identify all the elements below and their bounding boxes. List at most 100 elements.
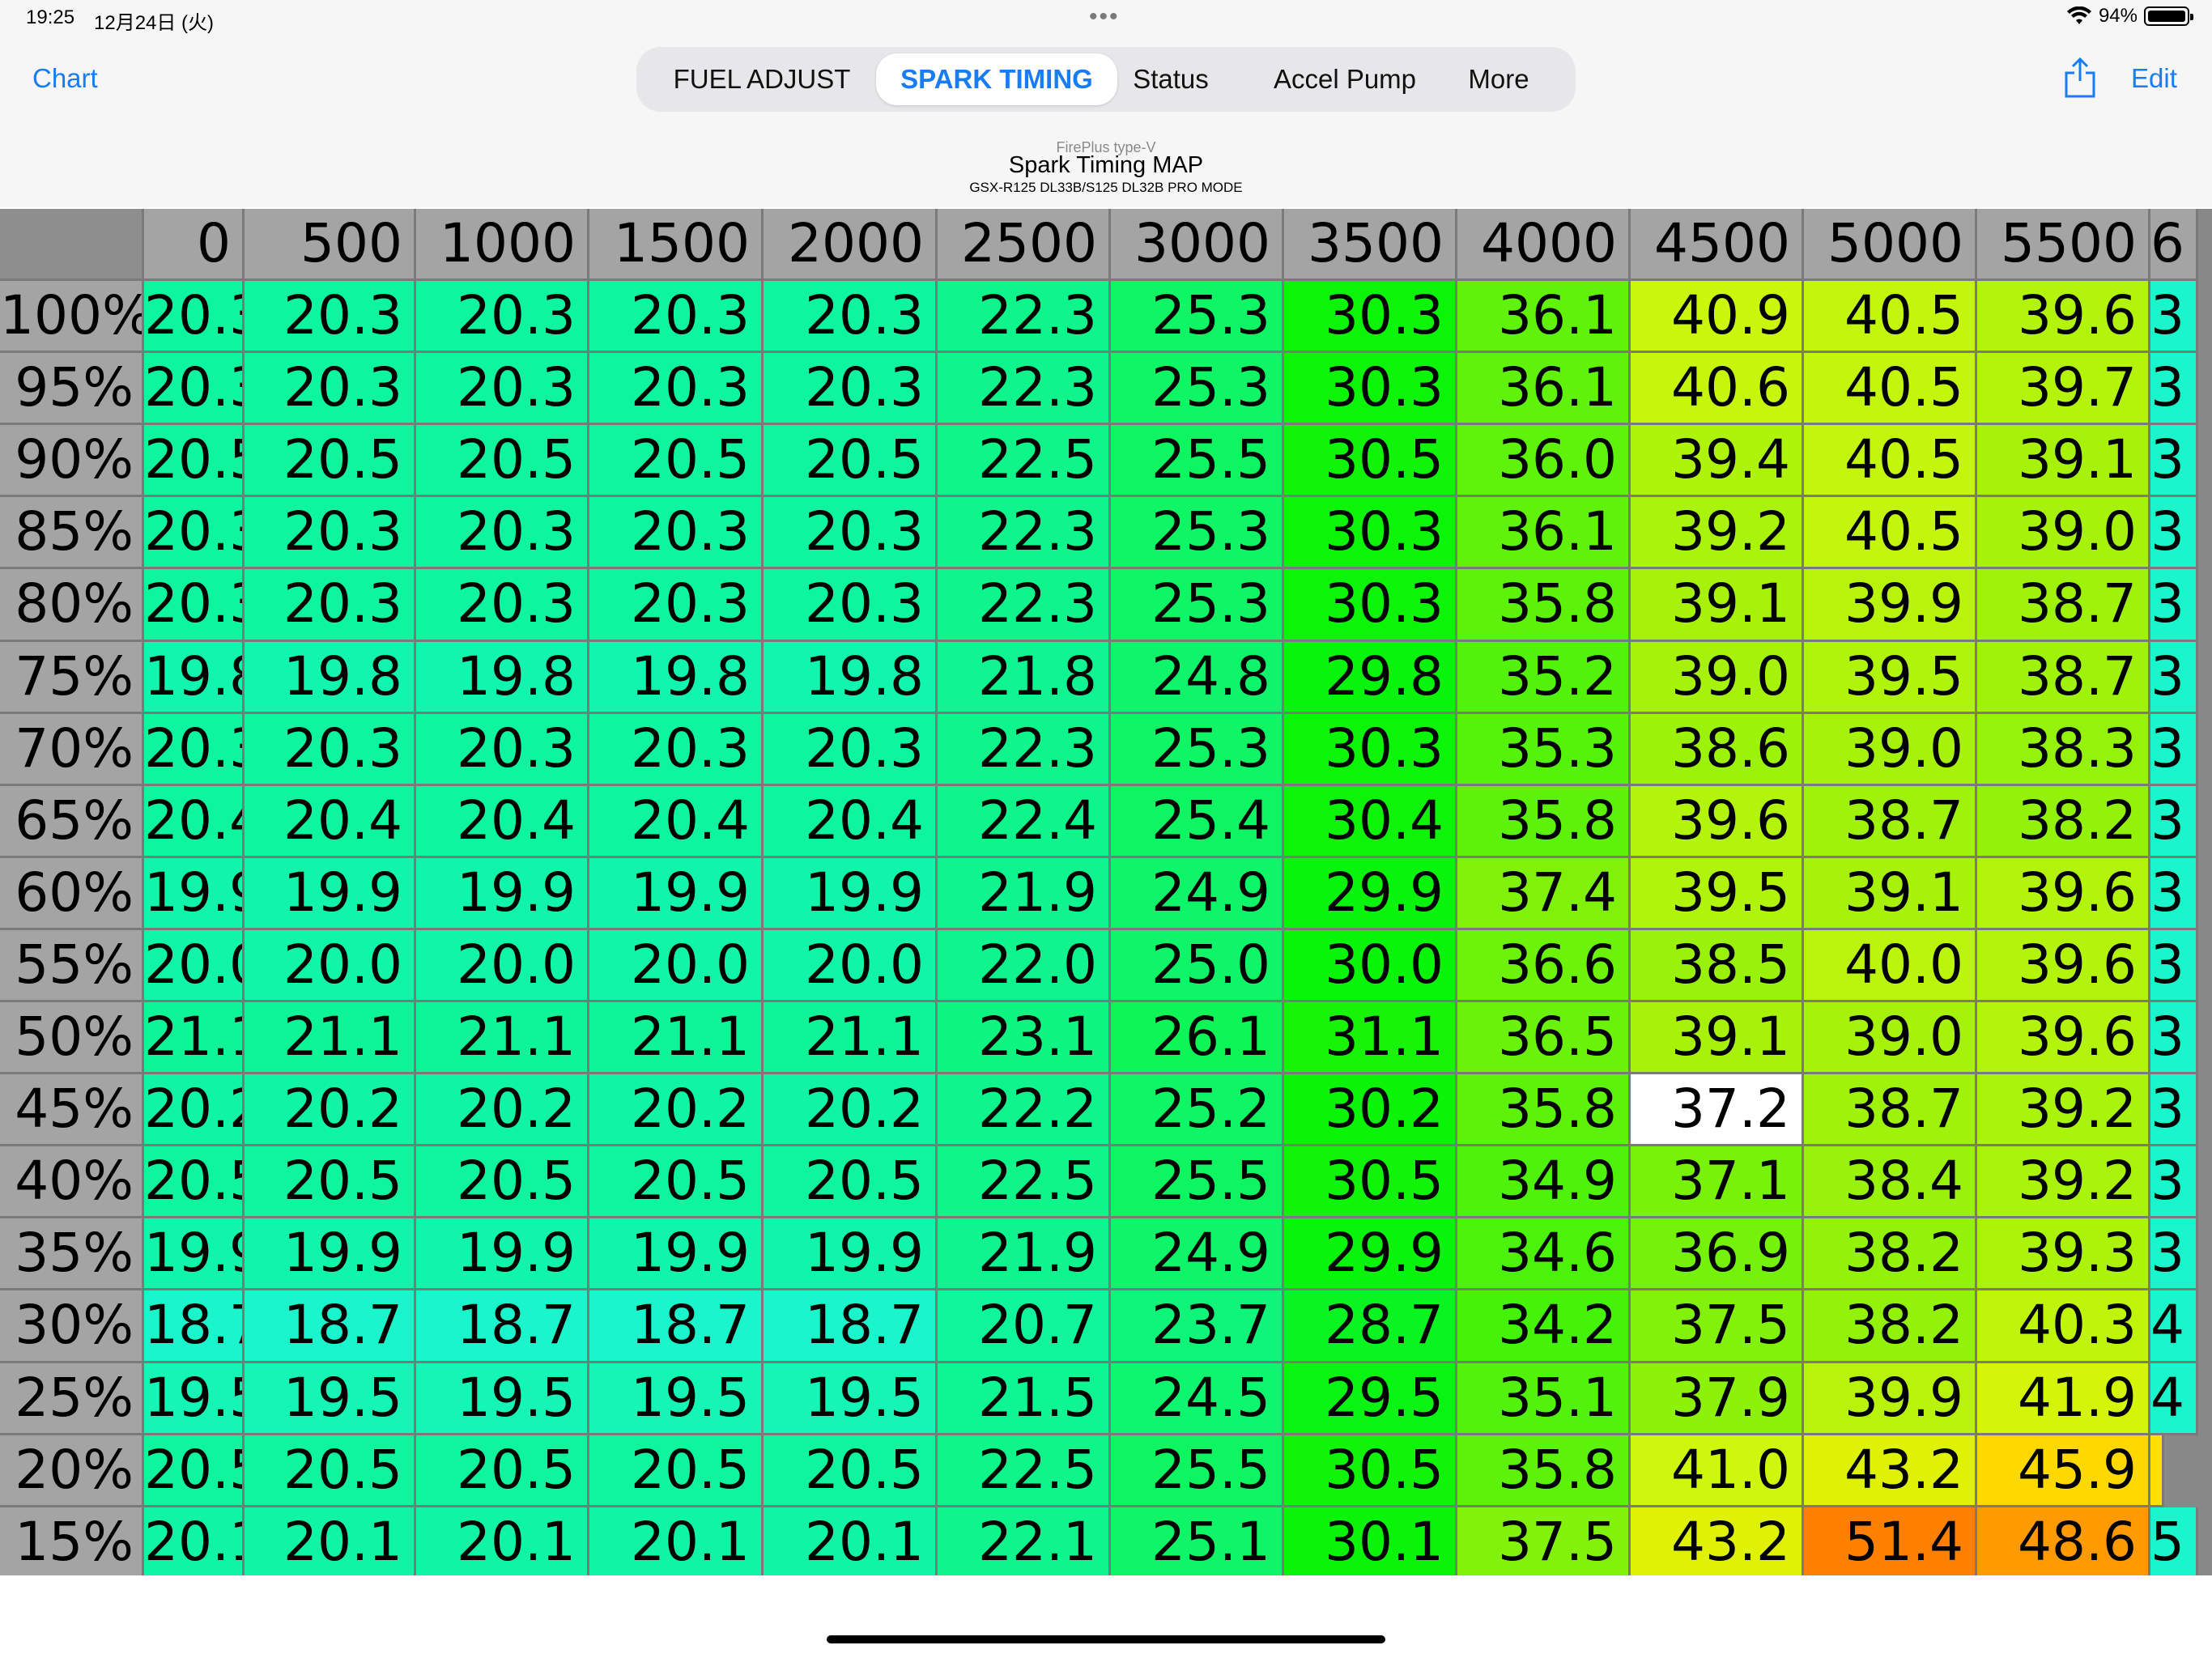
table-cell[interactable]: 39.1 — [1631, 569, 1804, 642]
table-cell[interactable]: 21.9 — [938, 1218, 1111, 1290]
table-cell[interactable]: 20.3 — [416, 497, 589, 569]
table-cell[interactable]: 39.2 — [1977, 1146, 2150, 1218]
table-cell[interactable]: 37.1 — [1631, 1146, 1804, 1218]
table-cell[interactable]: 39.0 — [1631, 642, 1804, 714]
table-cell[interactable]: 24.5 — [1111, 1363, 1284, 1435]
table-cell[interactable]: 30.3 — [1284, 497, 1457, 569]
table-cell[interactable]: 20.3 — [144, 714, 245, 786]
table-cell[interactable]: 34.2 — [1457, 1290, 1631, 1363]
table-cell[interactable]: 39.6 — [1977, 1002, 2150, 1074]
table-cell[interactable]: 20.5 — [144, 1435, 245, 1507]
table-cell[interactable]: 20.3 — [589, 281, 764, 353]
table-cell[interactable]: 21.5 — [938, 1363, 1111, 1435]
table-cell[interactable]: 3 — [2150, 786, 2198, 858]
table-cell[interactable]: 19.5 — [764, 1363, 938, 1435]
table-cell[interactable]: 38.7 — [1804, 786, 1977, 858]
table-cell[interactable]: 22.5 — [938, 425, 1111, 497]
table-cell[interactable]: 38.4 — [1804, 1146, 1977, 1218]
table-cell[interactable]: 20.5 — [416, 1435, 589, 1507]
tab-fuel-adjust[interactable]: FUEL ADJUST — [653, 53, 871, 105]
table-cell[interactable]: 34.6 — [1457, 1218, 1631, 1290]
table-cell[interactable]: 41.9 — [1977, 1363, 2150, 1435]
table-cell[interactable]: 20.5 — [764, 1435, 938, 1507]
table-cell[interactable]: 23.7 — [1111, 1290, 1284, 1363]
table-cell[interactable]: 38.7 — [1977, 569, 2150, 642]
table-cell[interactable]: 35.8 — [1457, 1074, 1631, 1146]
table-cell[interactable]: 19.9 — [764, 1218, 938, 1290]
table-cell[interactable]: 20.3 — [416, 714, 589, 786]
table-cell[interactable]: 3 — [2150, 1002, 2198, 1074]
table-cell[interactable]: 20.4 — [764, 786, 938, 858]
table-cell[interactable]: 20.3 — [589, 497, 764, 569]
table-cell[interactable]: 39.5 — [1804, 642, 1977, 714]
table-cell[interactable]: 22.5 — [938, 1146, 1111, 1218]
table-cell[interactable]: 41.0 — [1631, 1435, 1804, 1507]
table-cell[interactable]: 20.3 — [416, 569, 589, 642]
table-cell[interactable]: 21.1 — [245, 1002, 416, 1074]
table-cell[interactable]: 20.5 — [144, 1146, 245, 1218]
table-cell[interactable]: 30.1 — [1284, 1507, 1457, 1575]
table-cell[interactable]: 38.2 — [1977, 786, 2150, 858]
table-cell[interactable]: 36.1 — [1457, 281, 1631, 353]
table-cell[interactable]: 20.3 — [144, 569, 245, 642]
table-cell[interactable]: 36.1 — [1457, 497, 1631, 569]
table-cell[interactable]: 21.1 — [589, 1002, 764, 1074]
table-cell[interactable]: 21.1 — [416, 1002, 589, 1074]
table-cell[interactable]: 36.1 — [1457, 353, 1631, 425]
table-cell[interactable]: 30.3 — [1284, 353, 1457, 425]
table-cell[interactable]: 29.8 — [1284, 642, 1457, 714]
table-cell[interactable]: 39.6 — [1631, 786, 1804, 858]
table-cell[interactable]: 19.5 — [245, 1363, 416, 1435]
table-cell[interactable]: 30.5 — [1284, 1435, 1457, 1507]
table-cell[interactable]: 30.3 — [1284, 714, 1457, 786]
table-cell[interactable]: 3 — [2150, 1074, 2198, 1146]
table-cell[interactable]: 22.4 — [938, 786, 1111, 858]
table-cell[interactable]: 18.7 — [245, 1290, 416, 1363]
table-cell[interactable]: 20.5 — [245, 1435, 416, 1507]
table-cell[interactable]: 25.3 — [1111, 353, 1284, 425]
table-cell[interactable]: 25.5 — [1111, 425, 1284, 497]
table-cell[interactable]: 19.8 — [144, 642, 245, 714]
table-cell[interactable]: 19.9 — [144, 1218, 245, 1290]
table-cell[interactable]: 21.8 — [938, 642, 1111, 714]
table-cell[interactable]: 34.9 — [1457, 1146, 1631, 1218]
table-cell[interactable]: 39.0 — [1804, 1002, 1977, 1074]
table-cell[interactable]: 20.2 — [416, 1074, 589, 1146]
table-cell[interactable]: 20.5 — [245, 1146, 416, 1218]
table-cell[interactable]: 20.2 — [589, 1074, 764, 1146]
table-cell[interactable]: 20.3 — [245, 353, 416, 425]
table-cell[interactable]: 20.2 — [245, 1074, 416, 1146]
table-cell[interactable]: 3 — [2150, 1146, 2198, 1218]
table-cell[interactable]: 24.8 — [1111, 642, 1284, 714]
table-cell[interactable]: 36.6 — [1457, 930, 1631, 1002]
table-cell[interactable]: 21.1 — [764, 1002, 938, 1074]
table-cell[interactable]: 20.5 — [416, 425, 589, 497]
table-cell[interactable]: 20.5 — [416, 1146, 589, 1218]
table-cell[interactable]: 3 — [2150, 1218, 2198, 1290]
table-cell[interactable]: 21.1 — [144, 1002, 245, 1074]
table-cell[interactable]: 37.5 — [1457, 1507, 1631, 1575]
table-cell[interactable]: 37.4 — [1457, 858, 1631, 930]
table-cell[interactable]: 20.3 — [144, 281, 245, 353]
table-cell[interactable]: 20.5 — [589, 1435, 764, 1507]
table-cell[interactable]: 40.9 — [1631, 281, 1804, 353]
table-cell[interactable]: 22.3 — [938, 569, 1111, 642]
table-cell[interactable]: 20.3 — [245, 714, 416, 786]
table-cell[interactable]: 35.2 — [1457, 642, 1631, 714]
table-cell[interactable]: 3 — [2150, 714, 2198, 786]
table-cell[interactable]: 20.3 — [144, 497, 245, 569]
table-cell[interactable]: 21.9 — [938, 858, 1111, 930]
table-cell[interactable]: 4 — [2150, 1290, 2198, 1363]
table-cell[interactable]: 35.1 — [1457, 1363, 1631, 1435]
table-cell[interactable]: 19.8 — [764, 642, 938, 714]
table-cell[interactable]: 20.5 — [245, 425, 416, 497]
table-cell[interactable]: 19.9 — [589, 1218, 764, 1290]
table-cell[interactable]: 5 — [2150, 1507, 2198, 1575]
table-cell[interactable]: 39.6 — [1977, 281, 2150, 353]
table-cell[interactable]: 19.8 — [416, 642, 589, 714]
table-cell[interactable]: 4 — [2150, 1363, 2198, 1435]
table-cell[interactable]: 20.0 — [764, 930, 938, 1002]
table-cell[interactable]: 19.9 — [416, 1218, 589, 1290]
table-cell[interactable]: 39.6 — [1977, 858, 2150, 930]
table-cell[interactable]: 20.4 — [245, 786, 416, 858]
